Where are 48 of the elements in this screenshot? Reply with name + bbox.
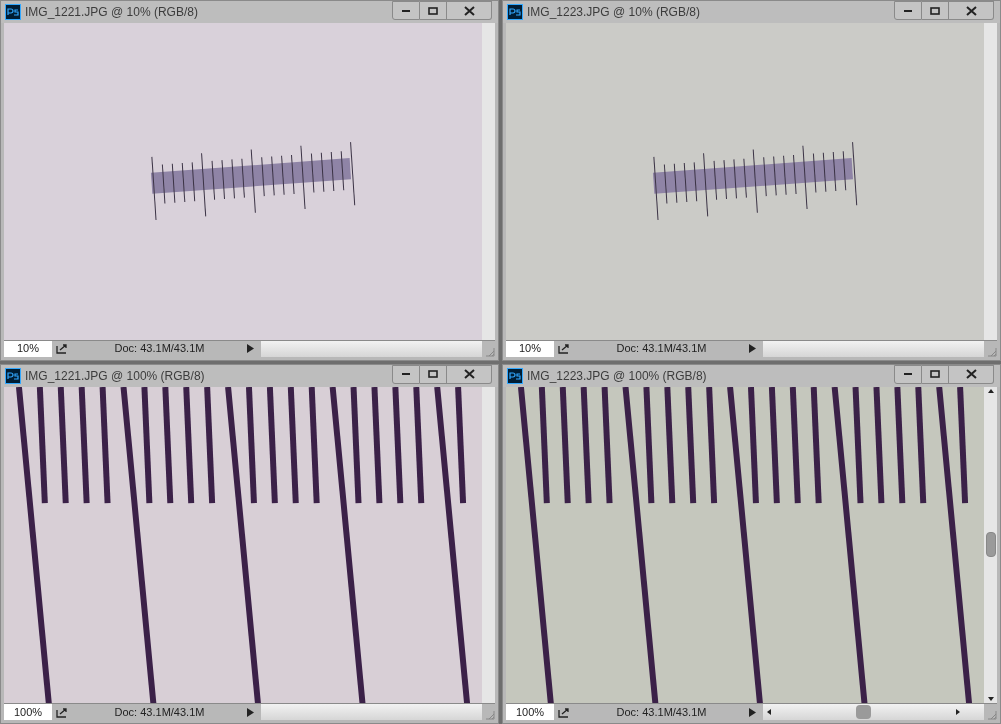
maximize-icon	[428, 6, 438, 15]
app-logo-icon	[5, 367, 21, 384]
close-icon	[965, 369, 977, 379]
zoom-field[interactable]: 10%	[506, 340, 554, 357]
right-arrow-icon[interactable]	[956, 709, 960, 715]
maximize-icon	[930, 6, 940, 15]
minimize-icon	[402, 373, 410, 375]
horizontal-scrollbar[interactable]	[763, 704, 984, 720]
zoom-field[interactable]: 100%	[506, 704, 554, 720]
maximize-icon	[930, 370, 940, 378]
close-icon	[463, 5, 475, 16]
vertical-scrollbar[interactable]	[984, 386, 997, 703]
minimize-button[interactable]	[894, 1, 922, 20]
scrollbar-thumb[interactable]	[856, 705, 871, 719]
zoom-field[interactable]: 100%	[4, 704, 52, 720]
close-icon	[965, 5, 977, 16]
left-arrow-icon[interactable]	[767, 709, 771, 715]
document-size: Doc: 43.1M/43.1M	[615, 704, 708, 720]
maximize-button[interactable]	[420, 1, 447, 20]
minimize-button[interactable]	[392, 1, 420, 20]
maximize-icon	[428, 370, 438, 378]
minimize-icon	[904, 373, 912, 375]
app-logo-icon	[507, 367, 523, 384]
close-button[interactable]	[949, 364, 994, 384]
minimize-button[interactable]	[894, 364, 922, 384]
window-title: IMG_1223.JPG @ 100% (RGB/8)	[527, 367, 707, 385]
up-arrow-icon[interactable]	[987, 388, 994, 393]
minimize-icon	[402, 9, 410, 12]
maximize-button[interactable]	[420, 364, 447, 384]
zoom-field[interactable]: 10%	[4, 340, 52, 357]
close-button[interactable]	[447, 364, 492, 384]
down-arrow-icon[interactable]	[987, 697, 994, 701]
document-size: Doc: 43.1M/43.1M	[113, 341, 206, 357]
document-size: Doc: 43.1M/43.1M	[113, 704, 206, 720]
scrollbar-thumb[interactable]	[985, 532, 996, 558]
app-logo-icon	[507, 4, 523, 20]
maximize-button[interactable]	[922, 364, 949, 384]
minimize-button[interactable]	[392, 364, 420, 384]
close-button[interactable]	[949, 1, 994, 20]
document-size: Doc: 43.1M/43.1M	[615, 341, 708, 357]
close-icon	[463, 369, 475, 379]
close-button[interactable]	[447, 1, 492, 20]
minimize-icon	[904, 9, 912, 12]
window-title: IMG_1221.JPG @ 100% (RGB/8)	[25, 367, 205, 385]
app-logo-icon	[5, 4, 21, 20]
maximize-button[interactable]	[922, 1, 949, 20]
window-title: IMG_1223.JPG @ 10% (RGB/8)	[527, 4, 700, 21]
window-title: IMG_1221.JPG @ 10% (RGB/8)	[25, 4, 198, 21]
